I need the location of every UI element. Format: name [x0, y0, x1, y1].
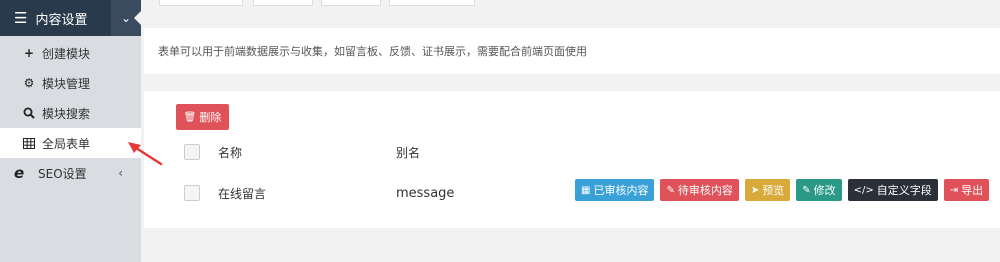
table-icon: ▦ [581, 184, 591, 196]
select-all-checkbox[interactable] [184, 144, 200, 160]
sidebar-item-label: SEO设置 [38, 166, 87, 181]
info-text: 表单可以用于前端数据展示与收集，如留言板、反馈、证书展示，需要配合前端页面使用 [158, 45, 587, 58]
code-icon: </> [853, 184, 874, 196]
custom-fields-button[interactable]: </> 自定义字段 [847, 179, 938, 201]
tab[interactable] [159, 0, 243, 6]
edit-button[interactable]: ✎ 修改 [796, 179, 842, 201]
action-label: 预览 [762, 184, 785, 197]
sidebar-item-label: 模块搜索 [42, 106, 91, 121]
preview-button[interactable]: ➤ 预览 [744, 179, 791, 201]
search-icon [22, 107, 36, 119]
ie-icon: e [14, 164, 25, 182]
sidebar-item-seo-settings[interactable]: e SEO设置 ‹ [0, 158, 141, 188]
trash-icon: 🗑 [183, 111, 197, 123]
action-label: 自定义字段 [876, 184, 932, 197]
tab[interactable] [253, 0, 313, 6]
sidebar-item-label: 模块管理 [42, 76, 91, 91]
edit-icon: ✎ [802, 184, 811, 196]
sidebar-item-create-module[interactable]: + 创建模块 [0, 38, 141, 68]
send-icon: ➤ [750, 184, 760, 196]
row-checkbox[interactable] [184, 185, 200, 201]
row-actions: ▦ 已审核内容 ✎ 待审核内容 ➤ 预览 ✎ 修改 </> 自定义字段 ⇥ 导出 [575, 179, 990, 201]
sidebar: ☰ 内容设置 ⌄ + 创建模块 ⚙ 模块管理 模块搜索 全局表单 e SEO设置… [0, 0, 142, 262]
top-tabs [141, 0, 1000, 18]
sidebar-item-module-search[interactable]: 模块搜索 [0, 98, 141, 128]
menu-icon: ☰ [14, 9, 28, 27]
pending-content-button[interactable]: ✎ 待审核内容 [660, 179, 739, 201]
info-panel: 表单可以用于前端数据展示与收集，如留言板、反馈、证书展示，需要配合前端页面使用 [144, 28, 1000, 74]
sidebar-header-content-settings[interactable]: ☰ 内容设置 ⌄ [0, 0, 142, 36]
approved-content-button[interactable]: ▦ 已审核内容 [575, 179, 655, 201]
export-icon: ⇥ [949, 184, 959, 196]
chevron-left-icon: ‹ [118, 166, 123, 180]
export-button[interactable]: ⇥ 导出 [943, 179, 990, 201]
header-name: 名称 [218, 145, 243, 160]
delete-button[interactable]: 🗑 删除 [176, 104, 229, 130]
table-icon [22, 137, 36, 149]
plus-icon: + [23, 46, 35, 60]
delete-button-label: 删除 [199, 111, 222, 124]
action-label: 修改 [813, 184, 836, 197]
tab[interactable] [389, 0, 475, 6]
header-alias: 别名 [396, 145, 421, 160]
sidebar-header-label: 内容设置 [35, 12, 88, 28]
annotation-arrow [128, 142, 163, 166]
edit-icon: ✎ [666, 184, 675, 196]
action-label: 已审核内容 [593, 184, 649, 197]
row-name: 在线留言 [218, 186, 267, 201]
tab[interactable] [321, 0, 381, 6]
form-list-panel: 🗑 删除 名称 别名 在线留言 message ▦ 已审核内容 ✎ 待审核内容 … [144, 91, 1000, 228]
row-alias: message [396, 185, 455, 201]
sidebar-item-global-form[interactable]: 全局表单 [0, 128, 141, 158]
action-label: 待审核内容 [677, 184, 733, 197]
table-header: 名称 别名 [144, 137, 1000, 167]
sidebar-item-module-manage[interactable]: ⚙ 模块管理 [0, 68, 141, 98]
sidebar-item-label: 创建模块 [42, 46, 91, 61]
action-label: 导出 [961, 184, 984, 197]
gears-icon: ⚙ [23, 76, 35, 90]
sidebar-item-label: 全局表单 [42, 136, 91, 151]
